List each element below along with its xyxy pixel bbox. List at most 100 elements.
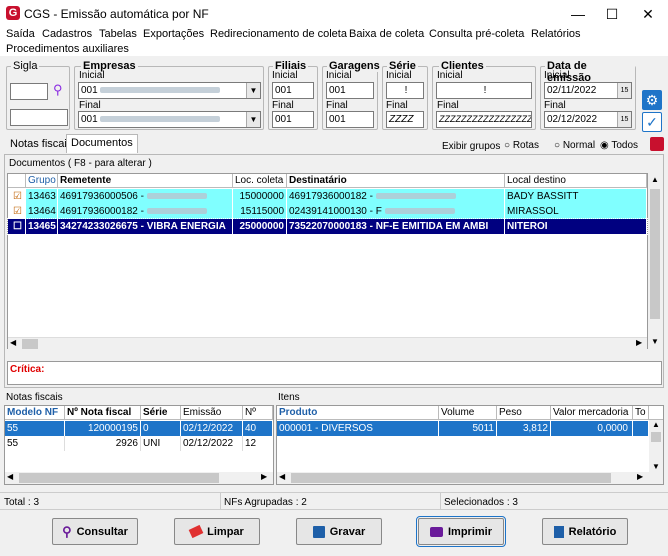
cell-valor: 0,0000 — [551, 421, 633, 436]
row-checkbox[interactable]: ☐ — [8, 219, 26, 234]
radio-todos[interactable]: ◉ Todos — [600, 140, 638, 151]
cliente-inicial-input[interactable]: ! — [436, 82, 532, 99]
clientes-final-label: Final — [437, 100, 459, 111]
garagem-inicial-input[interactable]: 001 — [326, 82, 374, 99]
scroll-up-icon[interactable]: ▲ — [651, 175, 659, 184]
limpar-button[interactable]: Limpar — [174, 518, 260, 545]
scroll-left-icon[interactable]: ◀ — [7, 472, 13, 481]
data-final-input[interactable]: 02/12/2022 15 — [544, 111, 632, 128]
documentos-header: Grupo Remetente Loc. coleta Destinatário… — [8, 174, 647, 188]
horizontal-scrollbar[interactable]: ◀ ▶ — [277, 472, 663, 484]
empresa-final-value: 001 — [81, 114, 98, 125]
scroll-down-icon[interactable]: ▼ — [651, 337, 659, 346]
scroll-right-icon[interactable]: ▶ — [637, 472, 643, 481]
checkmark-icon[interactable]: ✓ — [642, 112, 662, 132]
calendar-icon[interactable]: 15 — [617, 112, 631, 127]
col-n[interactable]: Nº — [243, 406, 273, 419]
empresa-inicial-select[interactable]: 001 ▼ — [78, 82, 261, 99]
settings-gear-icon[interactable]: ⚙ — [642, 90, 662, 110]
cell-serie: 0 — [141, 421, 181, 436]
chevron-down-icon[interactable]: ▼ — [246, 83, 260, 98]
cell-destinatario: 46917936000182 - — [289, 191, 373, 202]
floppy-icon — [312, 525, 325, 538]
col-destinatario[interactable]: Destinatário — [287, 174, 505, 187]
scroll-thumb[interactable] — [650, 189, 660, 319]
col-loc-coleta[interactable]: Loc. coleta — [233, 174, 287, 187]
col-serie[interactable]: Série — [141, 406, 181, 419]
status-selecionados: Selecionados : 3 — [444, 497, 518, 508]
scroll-up-icon[interactable]: ▲ — [652, 420, 660, 429]
gravar-button[interactable]: Gravar — [296, 518, 382, 545]
data-inicial-input[interactable]: 02/11/2022 15 — [544, 82, 632, 99]
row-checkbox[interactable]: ☑ — [8, 204, 26, 219]
cliente-final-input[interactable]: ZZZZZZZZZZZZZZZZZZ — [436, 111, 532, 128]
col-valor-mercadoria[interactable]: Valor mercadoria — [551, 406, 633, 419]
radio-normal[interactable]: ○ Normal — [554, 140, 595, 151]
col-to[interactable]: To — [633, 406, 649, 419]
serie-final-input[interactable]: ZZZZ — [386, 111, 424, 128]
chevron-down-icon[interactable]: ▼ — [246, 112, 260, 127]
empresa-final-select[interactable]: 001 ▼ — [78, 111, 261, 128]
menu-procedimentos[interactable]: Procedimentos auxiliares — [6, 43, 129, 55]
menu-consulta[interactable]: Consulta pré-coleta — [429, 28, 524, 40]
scroll-thumb[interactable] — [651, 432, 661, 442]
col-numero-nf[interactable]: Nº Nota fiscal — [65, 406, 141, 419]
menu-relatorios[interactable]: Relatórios — [531, 28, 581, 40]
scroll-thumb[interactable] — [22, 339, 38, 349]
imprimir-button[interactable]: Imprimir — [416, 516, 506, 547]
col-volume[interactable]: Volume — [439, 406, 497, 419]
sigla-final-input[interactable] — [10, 109, 68, 126]
cell-grupo: 13465 — [26, 219, 58, 234]
row-checkbox[interactable]: ☑ — [8, 189, 26, 204]
garagem-final-input[interactable]: 001 — [326, 111, 374, 128]
minimize-button[interactable]: — — [560, 0, 596, 28]
scroll-right-icon[interactable]: ▶ — [261, 472, 267, 481]
scroll-right-icon[interactable]: ▶ — [636, 338, 642, 347]
menu-baixa[interactable]: Baixa de coleta — [349, 28, 424, 40]
table-row[interactable]: ☑ 13464 46917936000182 - 15115000 024391… — [8, 204, 647, 219]
vertical-scrollbar[interactable]: ▲ ▼ — [649, 420, 663, 472]
sigla-input[interactable] — [10, 83, 48, 100]
scroll-left-icon[interactable]: ◀ — [279, 472, 285, 481]
menu-saida[interactable]: Saída — [6, 28, 35, 40]
consultar-button[interactable]: ⚲ Consultar — [52, 518, 138, 545]
table-row-selected[interactable]: 000001 - DIVERSOS 5011 3,812 0,0000 — [277, 421, 649, 436]
serie-inicial-input[interactable]: ! — [386, 82, 424, 99]
horizontal-scrollbar[interactable]: ◀ ▶ — [8, 337, 647, 349]
filial-final-input[interactable]: 001 — [272, 111, 314, 128]
table-row-selected[interactable]: ☐ 13465 34274233026675 - VIBRA ENERGIA 2… — [7, 218, 648, 235]
col-emissao[interactable]: Emissão — [181, 406, 243, 419]
col-local-destino[interactable]: Local destino — [505, 174, 647, 187]
relatorio-button[interactable]: Relatório — [542, 518, 628, 545]
close-button[interactable]: ✕ — [630, 0, 666, 28]
menu-tabelas[interactable]: Tabelas — [99, 28, 137, 40]
status-agrupadas: NFs Agrupadas : 2 — [224, 497, 307, 508]
garagens-group: Garagens Inicial 001 Final 001 — [322, 60, 382, 130]
horizontal-scrollbar[interactable]: ◀ ▶ — [5, 472, 273, 484]
table-row[interactable]: ☑ 13463 46917936000506 - 15000000 469179… — [8, 189, 647, 204]
col-remetente[interactable]: Remetente — [58, 174, 233, 187]
col-produto[interactable]: Produto — [277, 406, 439, 419]
menu-cadastros[interactable]: Cadastros — [42, 28, 92, 40]
col-modelo-nf[interactable]: Modelo NF — [5, 406, 65, 419]
table-row-selected[interactable]: 55 120000195 0 02/12/2022 40 — [5, 421, 273, 436]
menu-exportacoes[interactable]: Exportações — [143, 28, 204, 40]
radio-todos-label: Todos — [611, 140, 639, 151]
scroll-left-icon[interactable]: ◀ — [10, 338, 16, 347]
menu-redirecionamento[interactable]: Redirecionamento de coleta — [210, 28, 347, 40]
filial-inicial-input[interactable]: 001 — [272, 82, 314, 99]
scroll-thumb[interactable] — [19, 473, 219, 483]
tab-documentos[interactable]: Documentos — [66, 134, 138, 153]
cell-modelo: 55 — [5, 436, 65, 451]
vertical-scrollbar[interactable]: ▲ ▼ — [648, 173, 662, 349]
exit-icon[interactable] — [650, 137, 664, 151]
col-peso[interactable]: Peso — [497, 406, 551, 419]
radio-rotas[interactable]: ○ Rotas — [504, 140, 539, 151]
search-icon[interactable]: ⚲ — [53, 82, 63, 98]
scroll-down-icon[interactable]: ▼ — [652, 462, 660, 471]
calendar-icon[interactable]: 15 — [617, 83, 631, 98]
col-grupo[interactable]: Grupo — [26, 174, 58, 187]
maximize-button[interactable]: ☐ — [594, 0, 630, 28]
scroll-thumb[interactable] — [291, 473, 611, 483]
table-row[interactable]: 55 2926 UNI 02/12/2022 12 — [5, 436, 273, 451]
